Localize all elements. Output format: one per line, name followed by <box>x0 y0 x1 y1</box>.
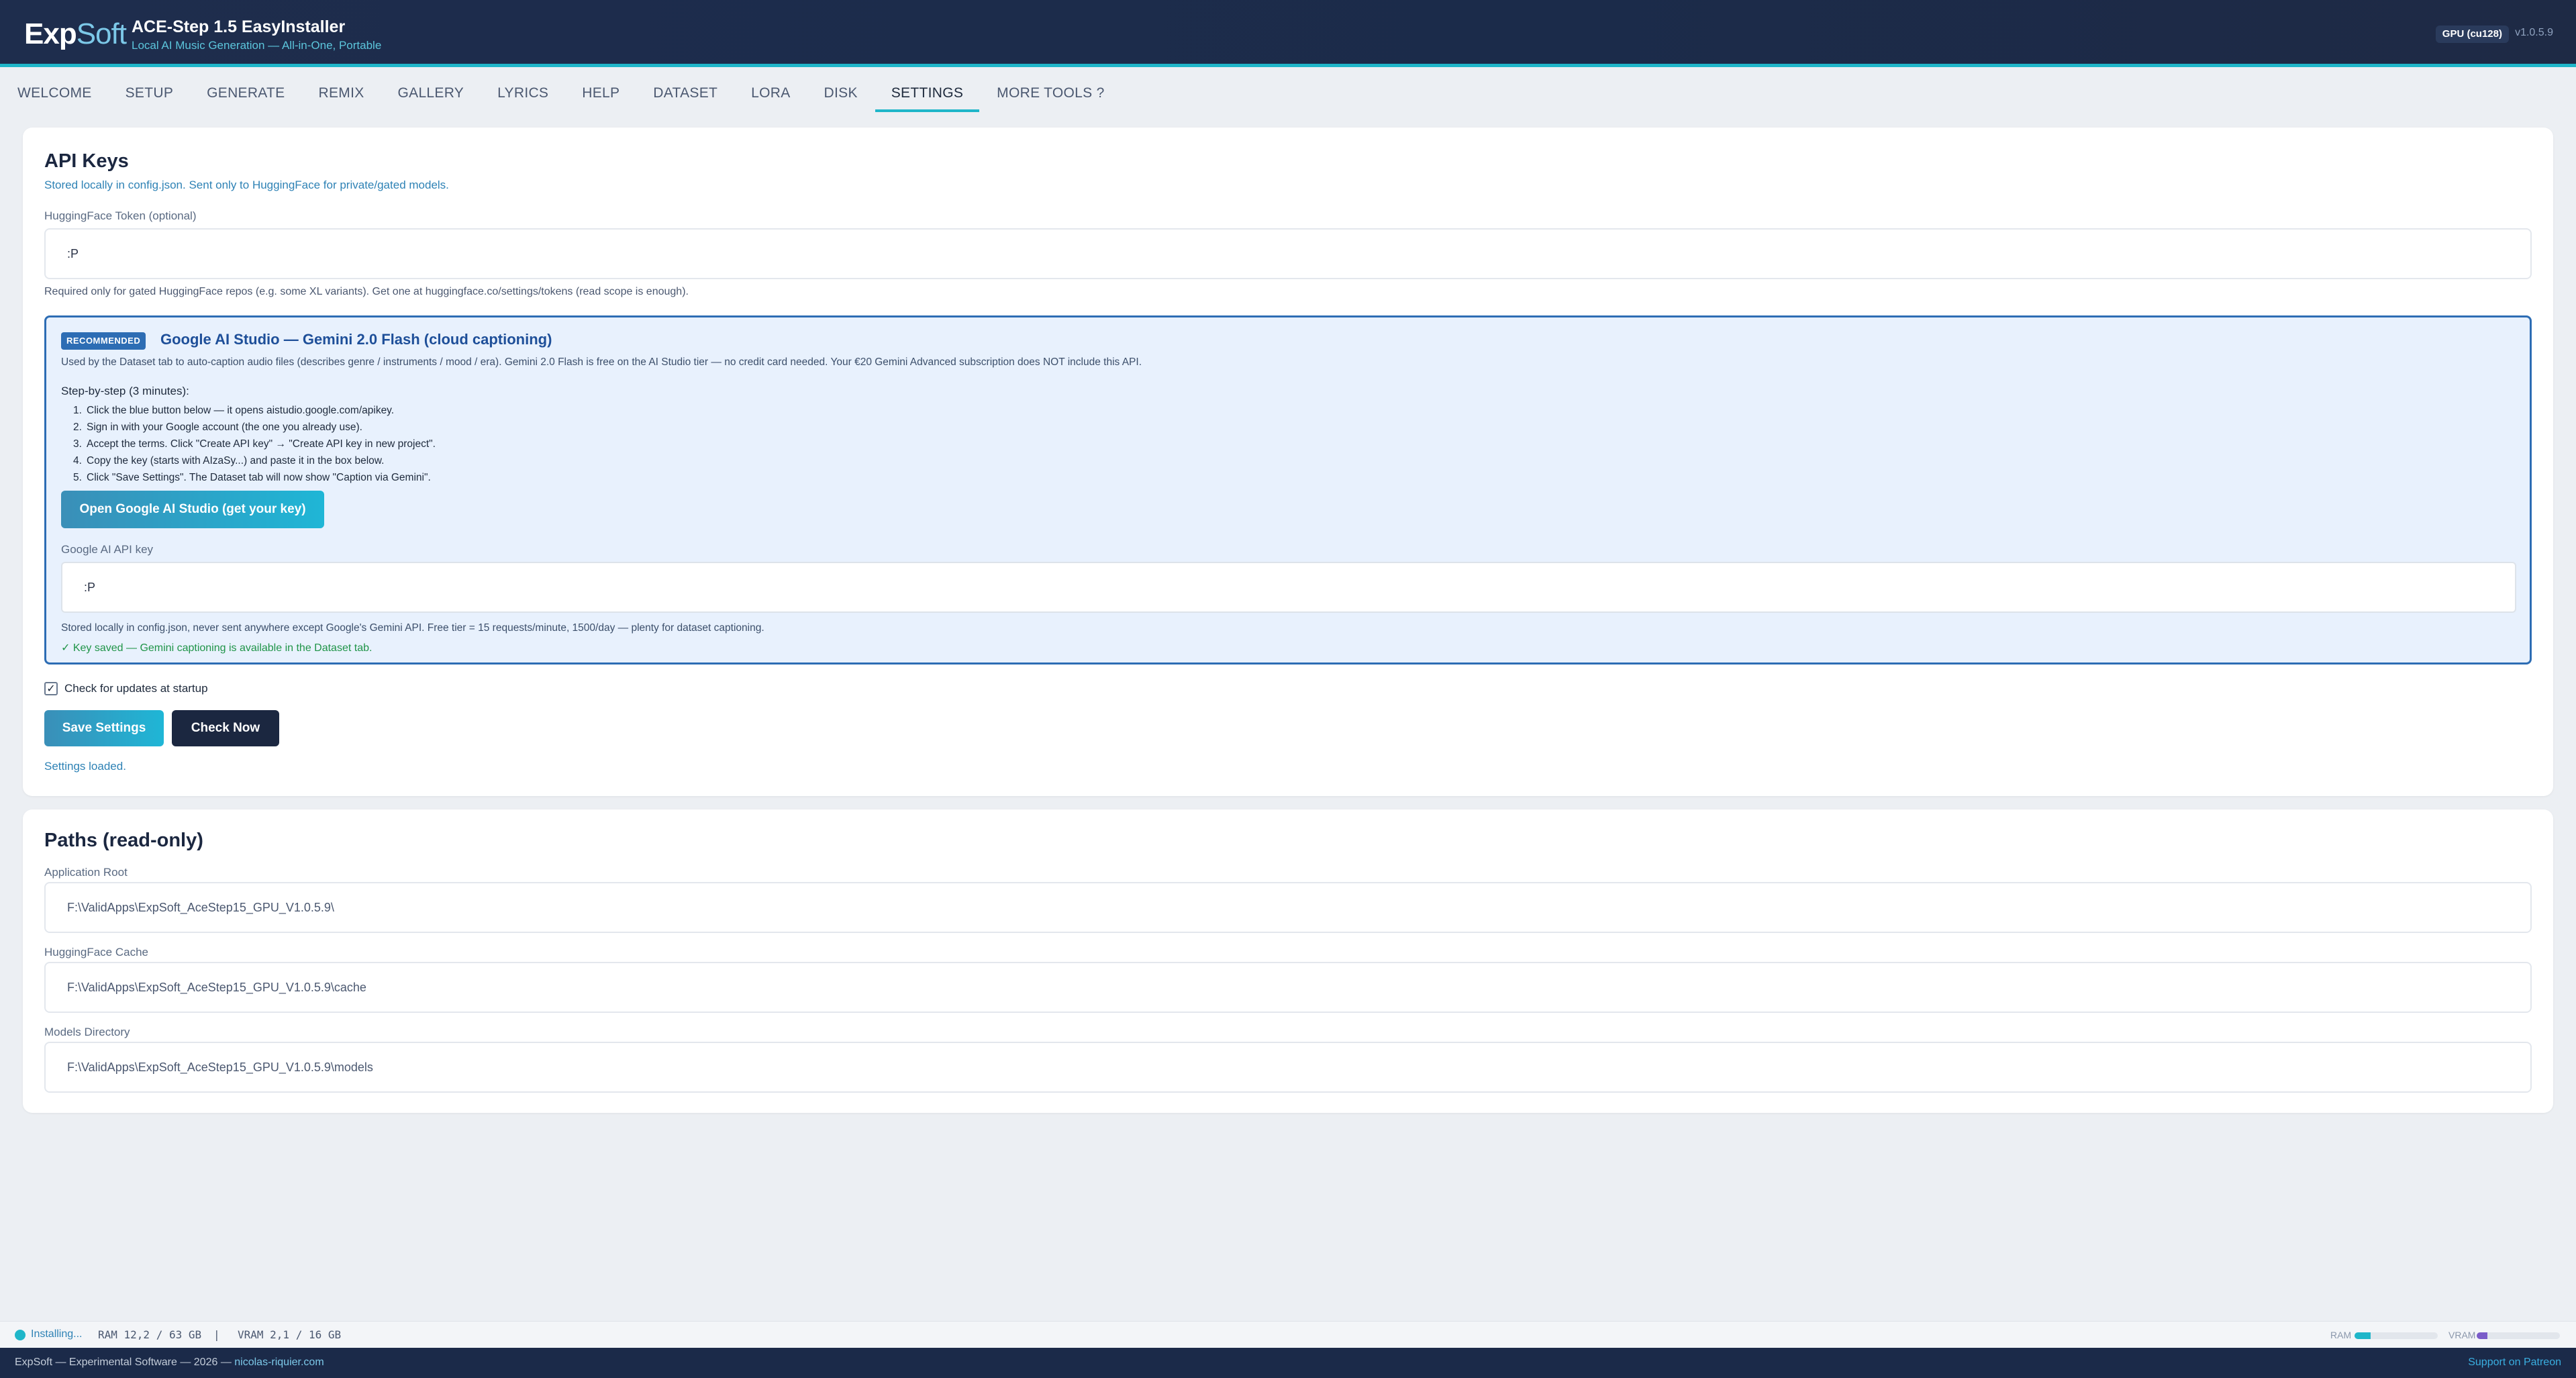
tab-disk[interactable]: DISK <box>824 70 858 116</box>
footer-credit: ExpSoft — Experimental Software — 2026 —… <box>15 1357 324 1368</box>
gemini-box: RECOMMENDED Google AI Studio — Gemini 2.… <box>44 315 2532 665</box>
check-updates-label: Check for updates at startup <box>64 682 208 695</box>
patreon-link[interactable]: Support on Patreon <box>2468 1357 2561 1369</box>
ram-readout: RAM 12,2 / 63 GB <box>98 1328 202 1341</box>
footer-website-link[interactable]: nicolas-riquier.com <box>234 1357 324 1368</box>
main-tabs: WELCOME SETUP GENERATE REMIX GALLERY LYR… <box>0 70 2576 116</box>
step-item: 5. Click "Save Settings". The Dataset tab… <box>73 472 431 483</box>
vram-readout: VRAM 2,1 / 16 GB <box>238 1328 342 1341</box>
vram-meter <box>2477 1332 2560 1339</box>
steps-title: Step-by-step (3 minutes): <box>61 385 189 397</box>
api-keys-subtitle: Stored locally in config.json. Sent only… <box>44 179 449 191</box>
app-root-field[interactable]: F:\ValidApps\ExpSoft_AceStep15_GPU_V1.0.… <box>44 882 2532 933</box>
ram-meter-label: RAM <box>2330 1330 2352 1340</box>
status-dot-icon <box>15 1330 26 1340</box>
tab-lyrics[interactable]: LYRICS <box>497 70 548 116</box>
gemini-description: Used by the Dataset tab to auto-caption … <box>61 356 1142 368</box>
step-item: 3. Accept the terms. Click "Create API ke… <box>73 438 436 450</box>
version-label: v1.0.5.9 <box>2515 27 2553 38</box>
steps-list: 1. Click the blue button below — it opens… <box>73 402 436 486</box>
api-keys-panel: API Keys Stored locally in config.json. … <box>23 128 2553 796</box>
hf-cache-label: HuggingFace Cache <box>44 946 148 958</box>
settings-status: Settings loaded. <box>44 760 126 773</box>
open-google-ai-studio-button[interactable]: Open Google AI Studio (get your key) <box>61 491 324 528</box>
recommended-badge: RECOMMENDED <box>61 332 146 350</box>
step-item: 4. Copy the key (starts with AIzaSy...) a… <box>73 455 385 466</box>
tab-setup[interactable]: SETUP <box>126 70 174 116</box>
status-separator: | <box>213 1328 220 1341</box>
vram-meter-fill <box>2477 1332 2488 1339</box>
save-settings-button[interactable]: Save Settings <box>44 710 164 746</box>
check-now-button[interactable]: Check Now <box>172 710 279 746</box>
installing-status: Installing... <box>31 1328 83 1340</box>
ram-meter-fill <box>2355 1332 2371 1339</box>
hf-token-input[interactable]: :P <box>44 228 2532 279</box>
check-updates-checkbox[interactable]: ✓ <box>44 682 58 695</box>
hf-token-label: HuggingFace Token (optional) <box>44 209 197 222</box>
gpu-badge: GPU (cu128) <box>2435 26 2509 43</box>
step-item: 1. Click the blue button below — it opens… <box>73 405 395 416</box>
google-api-key-label: Google AI API key <box>61 543 154 556</box>
hf-token-help: Required only for gated HuggingFace repo… <box>44 286 689 297</box>
app-logo: ExpSoft <box>24 17 127 50</box>
google-api-key-input[interactable]: :P <box>61 562 2516 613</box>
app-footer: ExpSoft — Experimental Software — 2026 —… <box>0 1348 2576 1378</box>
models-dir-field[interactable]: F:\ValidApps\ExpSoft_AceStep15_GPU_V1.0.… <box>44 1042 2532 1093</box>
paths-title: Paths (read-only) <box>44 830 203 851</box>
step-item: 2. Sign in with your Google account (the … <box>73 422 362 433</box>
app-title: ACE-Step 1.5 EasyInstaller <box>132 17 346 36</box>
checkmark-icon: ✓ <box>46 683 56 695</box>
app-subtitle: Local AI Music Generation — All-in-One, … <box>132 39 382 52</box>
tab-more-tools[interactable]: MORE TOOLS ? <box>997 70 1104 116</box>
status-bar: Installing... RAM 12,2 / 63 GB | VRAM 2,… <box>0 1321 2576 1348</box>
tab-gallery[interactable]: GALLERY <box>398 70 464 116</box>
app-root-label: Application Root <box>44 866 128 879</box>
check-updates-row[interactable]: ✓ Check for updates at startup <box>44 682 208 695</box>
google-api-key-help: Stored locally in config.json, never sen… <box>61 622 764 634</box>
tab-generate[interactable]: GENERATE <box>207 70 285 116</box>
api-keys-title: API Keys <box>44 150 129 172</box>
ram-meter <box>2355 1332 2438 1339</box>
key-saved-message: ✓ Key saved — Gemini captioning is avail… <box>61 642 373 654</box>
tab-help[interactable]: HELP <box>582 70 620 116</box>
paths-panel: Paths (read-only) Application Root F:\Va… <box>23 809 2553 1113</box>
tab-dataset[interactable]: DATASET <box>653 70 717 116</box>
tab-remix[interactable]: REMIX <box>319 70 364 116</box>
app-header: ExpSoft ACE-Step 1.5 EasyInstaller Local… <box>0 0 2576 67</box>
hf-cache-field[interactable]: F:\ValidApps\ExpSoft_AceStep15_GPU_V1.0.… <box>44 962 2532 1013</box>
vram-meter-label: VRAM <box>2448 1330 2476 1340</box>
tab-lora[interactable]: LORA <box>751 70 790 116</box>
tab-settings[interactable]: SETTINGS <box>875 70 980 116</box>
models-dir-label: Models Directory <box>44 1026 130 1038</box>
tab-welcome[interactable]: WELCOME <box>17 70 92 116</box>
gemini-title: Google AI Studio — Gemini 2.0 Flash (clo… <box>160 331 552 348</box>
